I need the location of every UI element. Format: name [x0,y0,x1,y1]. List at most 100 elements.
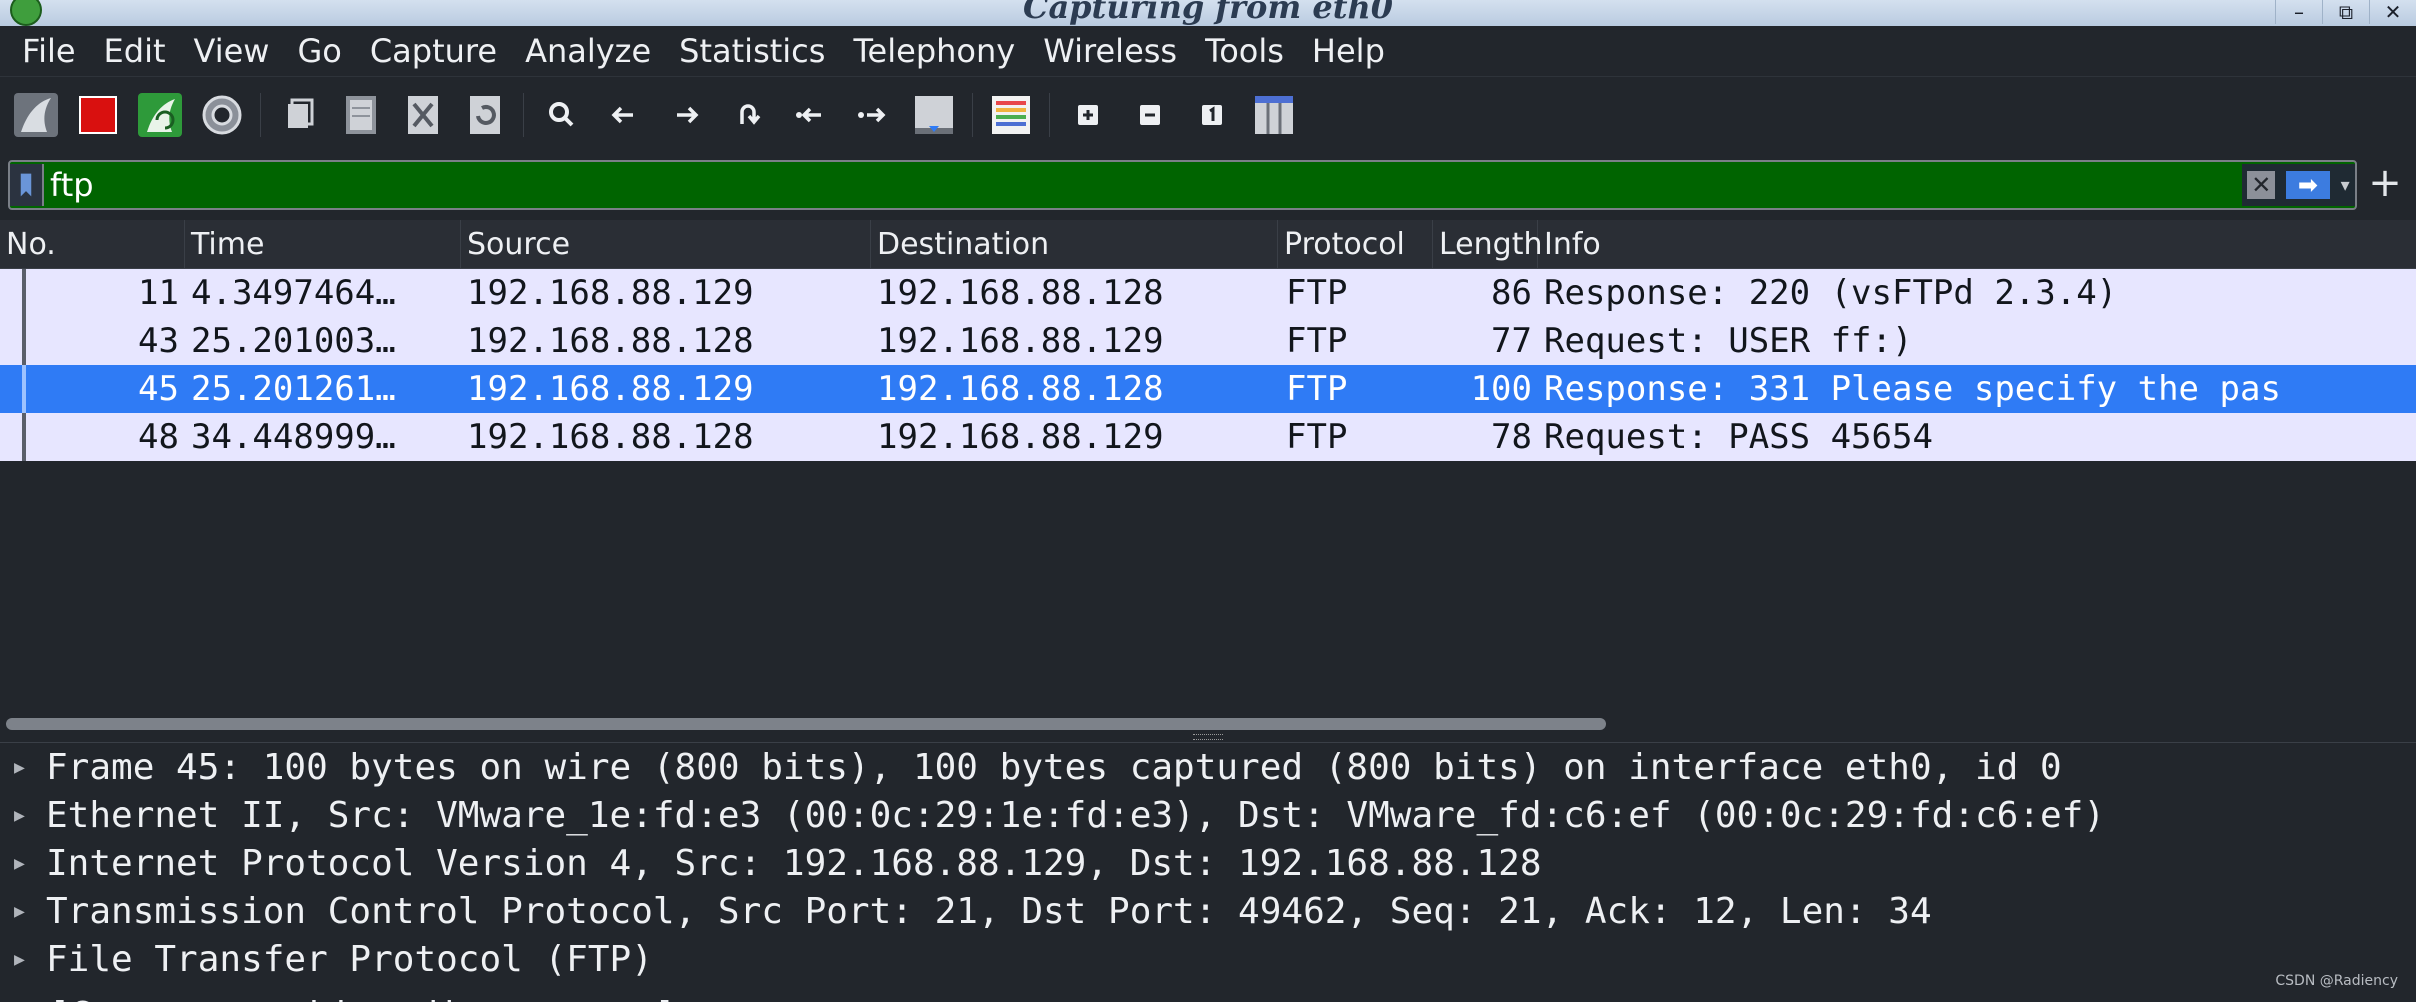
autoscroll-button[interactable] [908,89,960,141]
detail-tree-item[interactable]: ▶ Internet Protocol Version 4, Src: 192.… [0,839,2416,887]
zoom-in-button[interactable] [1062,89,1114,141]
cell-destination: 192.168.88.128 [877,273,1164,313]
related-packet-marker [22,269,26,317]
last-packet-button[interactable] [846,89,898,141]
cell-no: 45 [138,369,179,409]
detail-ftp: File Transfer Protocol (FTP) [46,938,653,980]
detail-tree-item[interactable]: ▶ Frame 45: 100 bytes on wire (800 bits)… [0,743,2416,791]
column-no[interactable]: No. [0,220,185,268]
packet-row-selected[interactable]: 45 25.201261… 192.168.88.129 192.168.88.… [0,365,2416,413]
packet-row[interactable]: 11 4.3497464… 192.168.88.129 192.168.88.… [0,269,2416,317]
packet-row[interactable]: 48 34.448999… 192.168.88.128 192.168.88.… [0,413,2416,461]
packet-row[interactable]: 43 25.201003… 192.168.88.128 192.168.88.… [0,317,2416,365]
resize-columns-icon [1255,96,1293,134]
normal-size-icon [1202,105,1222,125]
start-capture-button[interactable] [10,89,62,141]
cell-time: 25.201003… [191,321,396,361]
capture-options-button[interactable] [196,89,248,141]
apply-filter-button[interactable]: ➡ [2285,171,2330,199]
display-filter-input[interactable] [44,164,2242,206]
clear-filter-button[interactable]: ✕ [2247,171,2276,199]
reload-file-button[interactable] [459,89,511,141]
menu-telephony[interactable]: Telephony [853,32,1015,70]
go-forward-button[interactable] [660,89,712,141]
menu-statistics[interactable]: Statistics [679,32,825,70]
shark-fin-icon [14,93,58,137]
cell-destination: 192.168.88.129 [877,321,1164,361]
related-packet-marker [22,317,26,365]
expand-arrow-icon[interactable]: ▶ [14,757,38,778]
colorize-button[interactable] [985,89,1037,141]
detail-tcp: Transmission Control Protocol, Src Port:… [46,890,1932,932]
menu-wireless[interactable]: Wireless [1043,32,1177,70]
column-length[interactable]: Length [1433,220,1542,268]
close-button[interactable]: ✕ [2369,0,2416,24]
cell-info: Request: PASS 45654 [1544,417,1933,457]
close-file-button[interactable] [397,89,449,141]
menu-go[interactable]: Go [297,32,341,70]
find-packet-button[interactable] [536,89,588,141]
expand-arrow-icon[interactable]: ▶ [14,853,38,874]
detail-frame: Frame 45: 100 bytes on wire (800 bits), … [46,746,2062,788]
pane-splitter[interactable] [0,732,2416,742]
column-source[interactable]: Source [461,220,871,268]
resize-columns-button[interactable] [1248,89,1300,141]
column-protocol[interactable]: Protocol [1278,220,1433,268]
detail-ethernet: Ethernet II, Src: VMware_1e:fd:e3 (00:0c… [46,794,2106,836]
horizontal-scrollbar[interactable] [6,718,1606,730]
minimize-button[interactable]: – [2275,0,2322,24]
expand-arrow-icon[interactable]: ▶ [14,949,38,970]
jump-icon [740,104,761,125]
detail-tree-item[interactable]: ▶ Ethernet II, Src: VMware_1e:fd:e3 (00:… [0,791,2416,839]
display-filter-bar: ✕ ➡ ▾ [8,160,2357,210]
normal-size-button[interactable] [1186,89,1238,141]
menu-analyze[interactable]: Analyze [525,32,651,70]
cell-length: 86 [1491,273,1532,313]
add-filter-button[interactable]: + [2365,160,2405,206]
menu-tools[interactable]: Tools [1205,32,1284,70]
column-info[interactable]: Info [1538,220,2416,268]
filter-history-dropdown[interactable]: ▾ [2341,175,2350,196]
restore-button[interactable]: ⧉ [2322,0,2369,24]
go-back-button[interactable] [598,89,650,141]
menu-help[interactable]: Help [1312,32,1385,70]
open-file-button[interactable] [273,89,325,141]
filter-bookmark-button[interactable] [10,164,44,206]
cell-info: Response: 331 Please specify the pas [1544,369,2281,409]
save-file-button[interactable] [335,89,387,141]
column-destination[interactable]: Destination [871,220,1278,268]
detail-ipv4: Internet Protocol Version 4, Src: 192.16… [46,842,1542,884]
menu-capture[interactable]: Capture [370,32,497,70]
restart-capture-icon [138,93,182,137]
detail-tree-item[interactable]: ▶ Transmission Control Protocol, Src Por… [0,887,2416,935]
cell-destination: 192.168.88.129 [877,417,1164,457]
expand-arrow-icon[interactable]: ▶ [14,901,38,922]
menu-view[interactable]: View [194,32,270,70]
packet-rows: 11 4.3497464… 192.168.88.129 192.168.88.… [0,269,2416,461]
last-packet-icon [858,107,886,123]
colorize-icon [992,96,1030,134]
stop-icon [79,96,117,134]
related-packet-marker [22,413,26,461]
packet-list-header: No. Time Source Destination Protocol Len… [0,220,2416,269]
menu-bar: File Edit View Go Capture Analyze Statis… [0,26,2416,76]
expand-arrow-icon[interactable]: ▶ [14,805,38,826]
column-time[interactable]: Time [185,220,461,268]
go-to-packet-button[interactable] [722,89,774,141]
cell-info: Request: USER ff:) [1544,321,1913,361]
zoom-out-button[interactable] [1124,89,1176,141]
cell-length: 78 [1491,417,1532,457]
stop-capture-button[interactable] [72,89,124,141]
cell-source: 192.168.88.128 [467,417,754,457]
restart-capture-button[interactable] [134,89,186,141]
cell-source: 192.168.88.129 [467,273,754,313]
cell-destination: 192.168.88.128 [877,369,1164,409]
packet-list: No. Time Source Destination Protocol Len… [0,220,2416,710]
window-title: Capturing from eth0 [1022,0,1394,26]
first-packet-button[interactable] [784,89,836,141]
menu-edit[interactable]: Edit [104,32,166,70]
title-bar: Capturing from eth0 – ⧉ ✕ [0,0,2416,26]
menu-file[interactable]: File [22,32,76,70]
detail-tree-item[interactable]: ▶ File Transfer Protocol (FTP) [0,935,2416,983]
cell-protocol: FTP [1286,273,1348,313]
